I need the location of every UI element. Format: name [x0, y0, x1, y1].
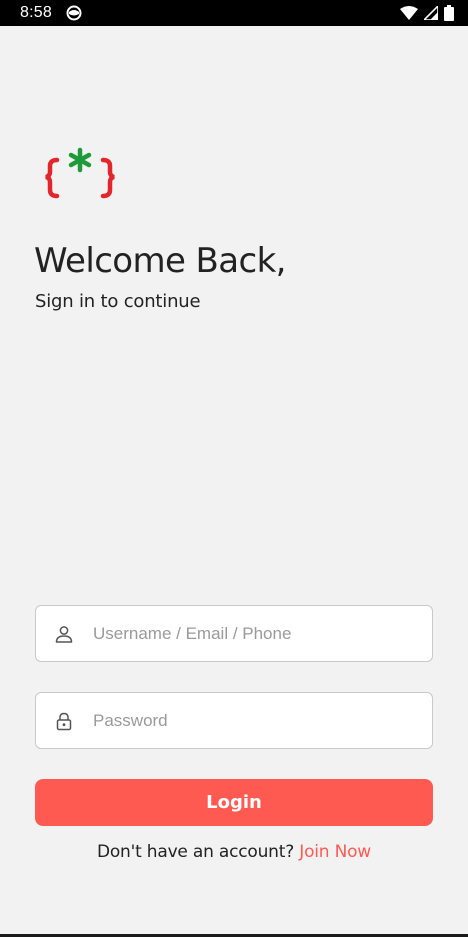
battery-icon — [444, 5, 454, 21]
join-now-link[interactable]: Join Now — [299, 842, 371, 862]
page-subtitle: Sign in to continue — [35, 291, 201, 312]
status-time: 8:58 — [20, 4, 52, 21]
login-screen: 8:58 Welcome Back, Sign in to continue U… — [0, 0, 468, 937]
wifi-icon — [400, 6, 418, 20]
signup-prompt: Don't have an account? Join Now — [0, 842, 468, 862]
status-icons — [400, 5, 454, 21]
login-button[interactable]: Login — [35, 779, 433, 826]
user-icon — [54, 624, 74, 644]
notification-icon — [66, 5, 82, 21]
password-field[interactable] — [35, 692, 433, 749]
username-input[interactable] — [93, 618, 413, 649]
app-logo — [44, 146, 118, 206]
password-input[interactable] — [93, 705, 413, 736]
status-bar: 8:58 — [0, 0, 468, 26]
signal-icon — [424, 6, 438, 20]
page-title: Welcome Back, — [34, 241, 286, 281]
username-field[interactable] — [35, 605, 433, 662]
lock-icon — [54, 711, 74, 731]
signup-prompt-text: Don't have an account? — [96, 842, 295, 862]
